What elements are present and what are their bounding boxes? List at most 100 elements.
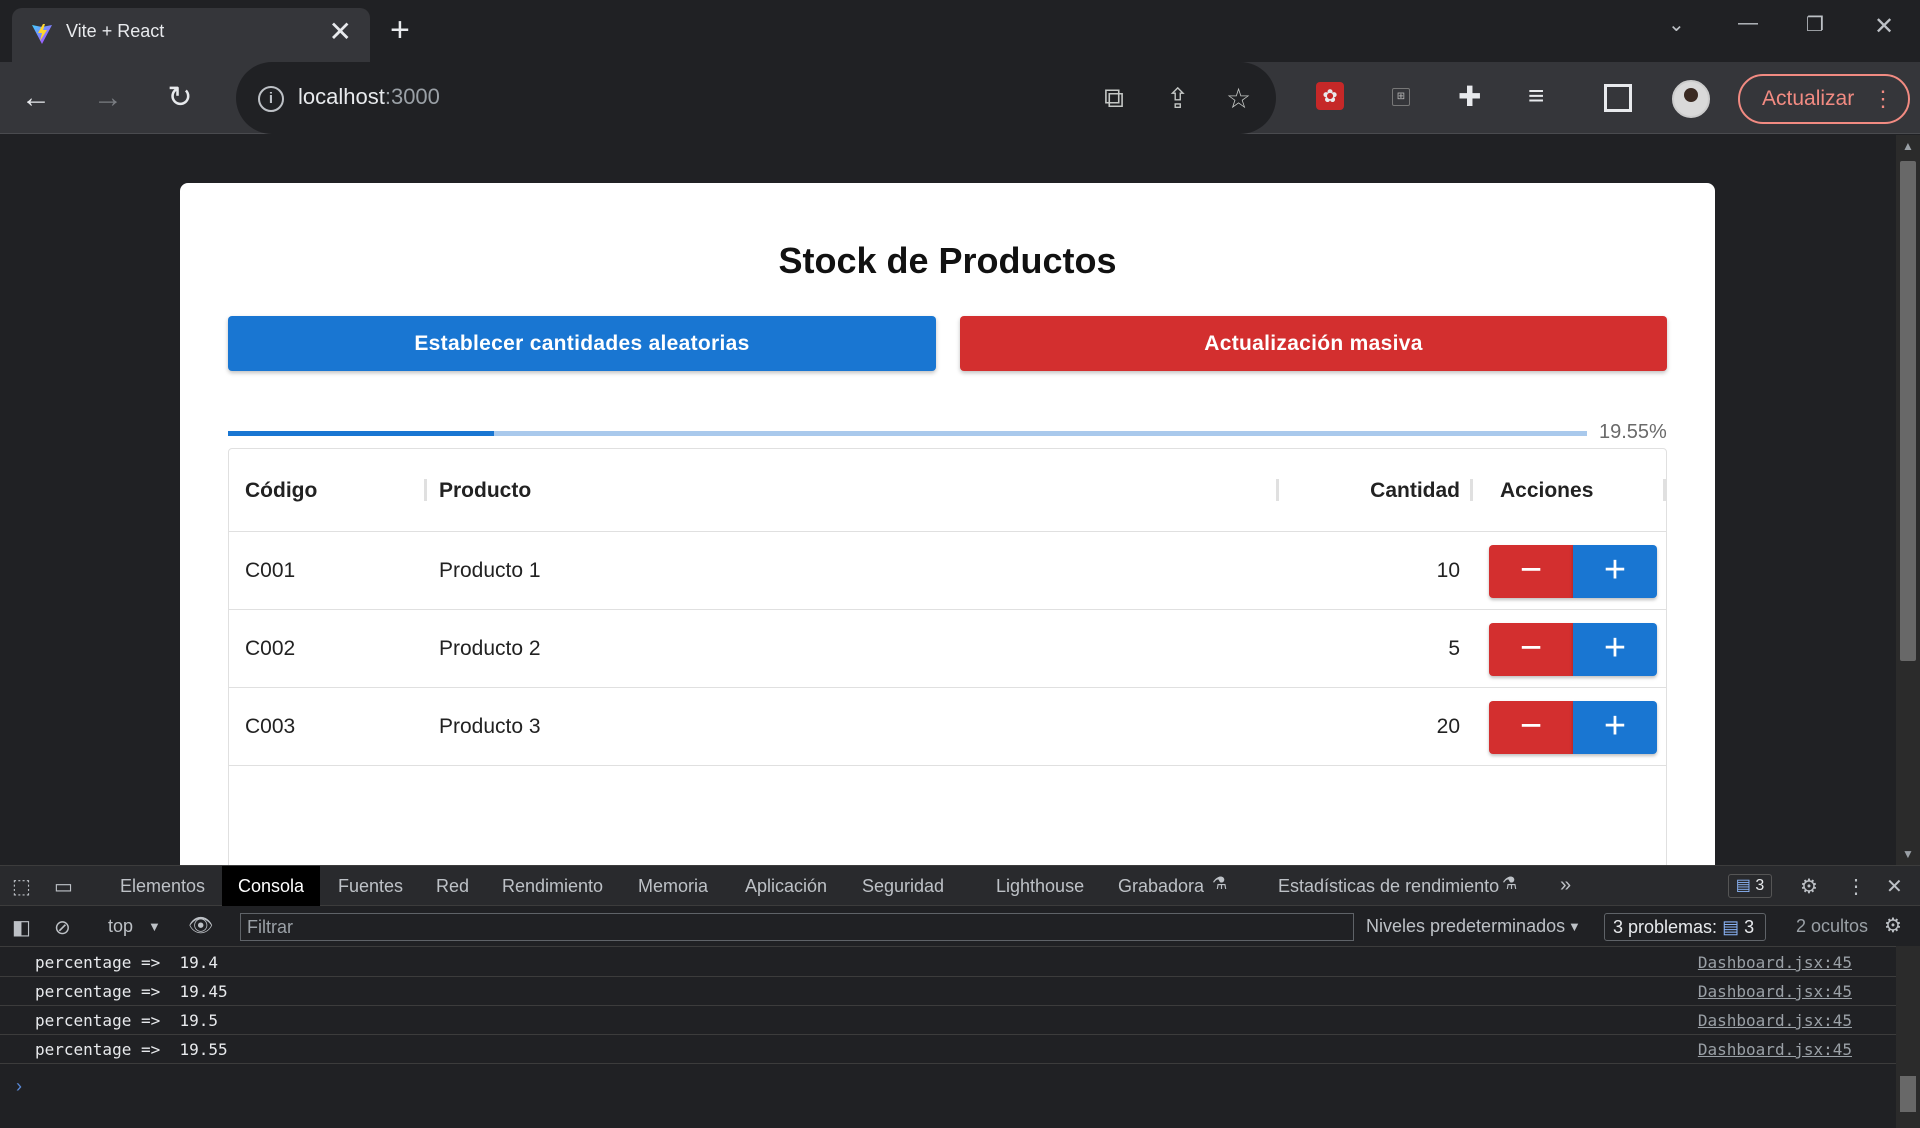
tab-performance[interactable]: Rendimiento — [502, 866, 603, 906]
address-bar[interactable]: i localhost:3000 ⧉ ⇪ ☆ — [236, 62, 1276, 134]
close-devtools-icon[interactable]: ✕ — [1886, 874, 1903, 899]
translate-icon[interactable]: ⧉ — [1104, 82, 1124, 115]
tab-elements[interactable]: Elementos — [120, 866, 205, 906]
tab-recorder[interactable]: Grabadora — [1118, 866, 1204, 906]
browser-tab[interactable]: Vite + React ✕ — [12, 8, 370, 62]
problems-button[interactable]: 3 problemas: ▤ 3 — [1604, 913, 1766, 941]
progress-label: 19.55% — [1599, 421, 1667, 443]
more-tabs-icon[interactable]: » — [1560, 874, 1571, 897]
back-icon[interactable]: ← — [18, 80, 54, 116]
header-code[interactable]: Código — [245, 479, 317, 503]
tab-performance-insights[interactable]: Estadísticas de rendimiento — [1278, 866, 1499, 906]
bulk-update-button[interactable]: Actualización masiva — [960, 316, 1667, 371]
column-separator[interactable] — [424, 479, 427, 501]
column-separator[interactable] — [1276, 479, 1279, 501]
page-title: Stock de Productos — [778, 240, 1117, 281]
console-filterbar: ◧ ⊘ top ▼ 👁 Filtrar Niveles predetermina… — [0, 907, 1920, 947]
tab-sources[interactable]: Fuentes — [338, 866, 403, 906]
minimize-icon[interactable]: — — [1738, 12, 1758, 35]
source-link[interactable]: Dashboard.jsx:45 — [1698, 1035, 1852, 1064]
tab-strip: Vite + React ✕ + ⌄ — ❐ ✕ — [0, 0, 1920, 62]
scroll-down-icon[interactable]: ▼ — [1902, 847, 1914, 861]
increase-button[interactable]: + — [1573, 545, 1657, 598]
tab-network[interactable]: Red — [436, 866, 469, 906]
side-panel-icon[interactable] — [1604, 84, 1632, 112]
scrollbar-thumb[interactable] — [1900, 161, 1916, 661]
cell-product: Producto 2 — [439, 637, 541, 660]
tab-console[interactable]: Consola — [222, 866, 321, 906]
settings-gear-icon[interactable]: ⚙ — [1800, 874, 1818, 899]
forward-icon[interactable]: → — [90, 80, 126, 116]
update-button[interactable]: Actualizar ⋮ — [1738, 74, 1910, 124]
dropdown-arrow-icon[interactable]: ▼ — [1568, 919, 1581, 934]
source-link[interactable]: Dashboard.jsx:45 — [1698, 1006, 1852, 1035]
inspect-element-icon[interactable]: ⬚ — [12, 874, 31, 899]
cell-code: C001 — [245, 559, 296, 582]
tab-search-icon[interactable]: ⌄ — [1668, 12, 1685, 37]
tab-lighthouse[interactable]: Lighthouse — [996, 866, 1084, 906]
console-message: percentage => 19.4 Dashboard.jsx:45 — [0, 948, 1896, 977]
clear-console-icon[interactable]: ⊘ — [54, 915, 71, 940]
cell-code: C002 — [245, 637, 296, 660]
extension-red-icon[interactable]: ✿ — [1316, 82, 1344, 110]
flask-icon: ⚗ — [1212, 874, 1228, 893]
new-tab-icon[interactable]: + — [390, 13, 410, 47]
tab-security[interactable]: Seguridad — [862, 866, 944, 906]
devtools-tabbar: ⬚ ▭ Elementos Consola Fuentes Red Rendim… — [0, 866, 1920, 906]
column-separator[interactable] — [1470, 479, 1473, 501]
table-row[interactable]: C003 Producto 3 20 − + — [229, 688, 1666, 766]
decrease-button[interactable]: − — [1489, 545, 1573, 598]
extensions-puzzle-icon[interactable]: ✚ — [1458, 80, 1481, 113]
reload-icon[interactable]: ↻ — [162, 80, 198, 116]
filter-input[interactable]: Filtrar — [240, 913, 1354, 941]
column-separator[interactable] — [1663, 479, 1666, 501]
decrease-button[interactable]: − — [1489, 623, 1573, 676]
page-scrollbar[interactable]: ▲ ▼ — [1896, 135, 1920, 865]
page-viewport: Stock de Productos Establecer cantidades… — [0, 135, 1896, 865]
source-link[interactable]: Dashboard.jsx:45 — [1698, 977, 1852, 1006]
restore-icon[interactable]: ❐ — [1806, 12, 1824, 37]
site-info-icon[interactable]: i — [258, 86, 284, 112]
media-queue-icon[interactable]: ≡ — [1528, 80, 1544, 112]
table-row[interactable]: C001 Producto 1 10 − + — [229, 532, 1666, 610]
vite-logo-icon — [32, 24, 52, 44]
console-scrollbar[interactable] — [1896, 946, 1920, 1128]
scrollbar-thumb[interactable] — [1900, 1076, 1916, 1112]
more-options-icon[interactable]: ⋮ — [1846, 874, 1866, 899]
tab-close-icon[interactable]: ✕ — [329, 18, 352, 46]
random-quantities-button[interactable]: Establecer cantidades aleatorias — [228, 316, 936, 371]
sidebar-toggle-icon[interactable]: ◧ — [12, 915, 31, 940]
increase-button[interactable]: + — [1573, 623, 1657, 676]
issues-badge[interactable]: ▤ 3 — [1728, 874, 1772, 898]
message-icon: ▤ — [1722, 917, 1740, 937]
decrease-button[interactable]: − — [1489, 701, 1573, 754]
message-icon: ▤ — [1735, 877, 1751, 894]
dropdown-arrow-icon[interactable]: ▼ — [148, 919, 161, 934]
header-quantity[interactable]: Cantidad — [1370, 479, 1460, 503]
share-icon[interactable]: ⇪ — [1166, 82, 1189, 115]
source-link[interactable]: Dashboard.jsx:45 — [1698, 948, 1852, 977]
levels-dropdown[interactable]: Niveles predeterminados — [1366, 916, 1565, 937]
console-prompt-icon[interactable]: › — [16, 1076, 22, 1097]
flask-icon: ⚗ — [1502, 874, 1518, 893]
header-product[interactable]: Producto — [439, 479, 531, 503]
profile-avatar[interactable] — [1672, 80, 1710, 118]
extension-dark-icon[interactable]: ⊞ — [1392, 88, 1410, 106]
context-selector[interactable]: top — [108, 916, 133, 937]
window-close-icon[interactable]: ✕ — [1874, 12, 1894, 41]
tab-application[interactable]: Aplicación — [745, 866, 827, 906]
scroll-up-icon[interactable]: ▲ — [1902, 139, 1914, 153]
increase-button[interactable]: + — [1573, 701, 1657, 754]
cell-product: Producto 1 — [439, 559, 541, 582]
progress-fill — [228, 431, 494, 436]
url-text[interactable]: localhost:3000 — [298, 84, 440, 110]
live-expression-eye-icon[interactable]: 👁 — [188, 913, 213, 938]
header-actions: Acciones — [1500, 479, 1594, 502]
console-settings-icon[interactable]: ⚙ — [1884, 913, 1902, 938]
tab-memory[interactable]: Memoria — [638, 866, 708, 906]
table-row[interactable]: C002 Producto 2 5 − + — [229, 610, 1666, 688]
cell-quantity: 5 — [1448, 637, 1460, 660]
bookmark-star-icon[interactable]: ☆ — [1226, 82, 1251, 115]
menu-dots-icon[interactable]: ⋮ — [1872, 76, 1894, 122]
device-toolbar-icon[interactable]: ▭ — [54, 874, 73, 899]
